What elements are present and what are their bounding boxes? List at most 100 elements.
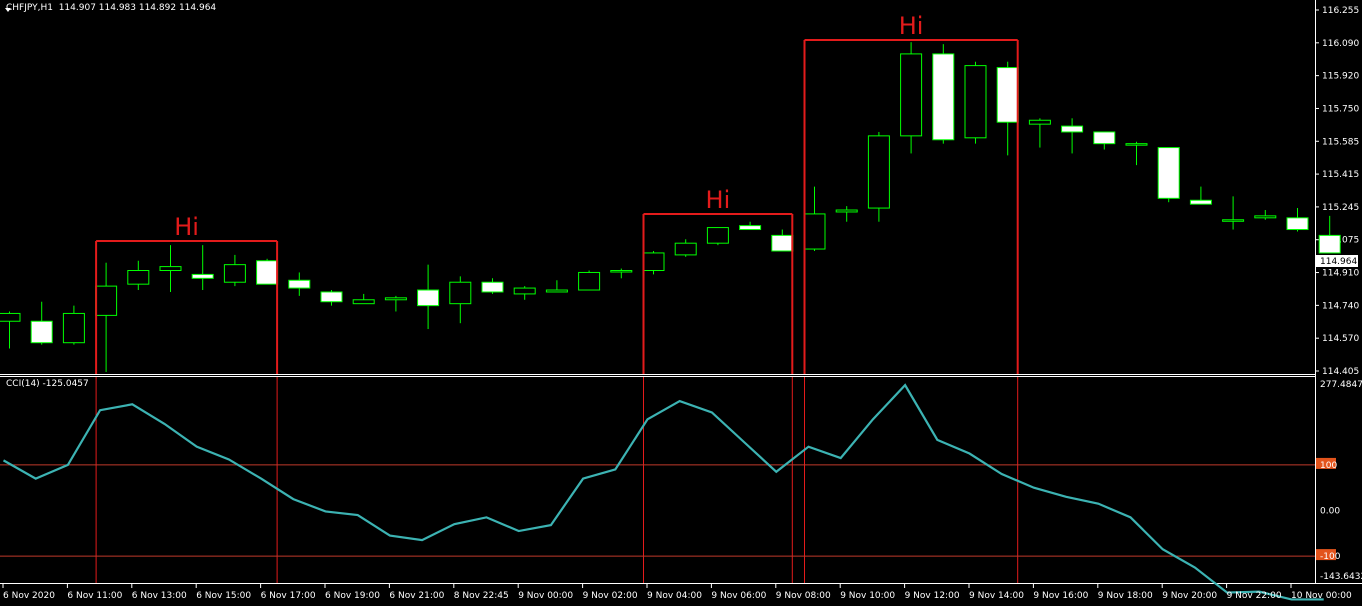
cci-axis-label: -100 xyxy=(1320,552,1341,562)
candle-body xyxy=(62,312,85,344)
candle xyxy=(545,280,568,293)
candlesticks xyxy=(0,42,1341,372)
candle xyxy=(1318,215,1341,254)
candle xyxy=(191,245,214,291)
time-tick-label: 10 Nov 00:00 xyxy=(1291,591,1352,601)
candle-body xyxy=(610,270,633,273)
cci-axis-label: 277.4847 xyxy=(1320,380,1362,390)
candle-body xyxy=(706,227,729,244)
candle-body xyxy=(771,234,794,252)
candle xyxy=(964,61,987,144)
price-chart[interactable]: 116.255 116.090 115.920 115.750 115.585 115.4… xyxy=(0,0,1362,606)
candle-body xyxy=(674,242,697,256)
candle-body xyxy=(0,312,21,322)
annotation-label: Hi xyxy=(706,186,731,214)
candle xyxy=(513,286,536,300)
candle xyxy=(320,290,343,306)
candle xyxy=(674,239,697,257)
time-tick-label: 9 Nov 20:00 xyxy=(1162,591,1217,601)
candle-body xyxy=(127,270,150,285)
time-tick-label: 6 Nov 2020 xyxy=(3,591,55,601)
candle-body xyxy=(481,281,504,293)
candle-body xyxy=(545,289,568,293)
candle xyxy=(867,131,890,222)
symbol-header: CHFJPY,H1 114.907 114.983 114.892 114.96… xyxy=(6,3,216,13)
candle-body xyxy=(996,67,1019,123)
hi-annotation: Hi xyxy=(95,213,279,374)
candle xyxy=(706,227,729,246)
cci-line xyxy=(2,383,1324,601)
candle xyxy=(771,229,794,252)
candle-body xyxy=(803,213,826,250)
time-tick-label: 9 Nov 02:00 xyxy=(583,591,638,601)
candle-body xyxy=(1061,125,1084,133)
candle-body xyxy=(159,266,182,272)
candle-body xyxy=(223,264,246,283)
candle-body xyxy=(867,135,890,209)
price-tick-label: 115.920 xyxy=(1322,72,1359,82)
cci-axis-label: -143.6432 xyxy=(1320,572,1362,582)
candle-body xyxy=(320,291,343,303)
cci-axis: 277.4847 100 0.00 -100 -143.6432 xyxy=(1316,380,1362,582)
candle-body xyxy=(1222,219,1245,222)
cci-axis-label: 0.00 xyxy=(1320,507,1340,517)
price-tick-label: 114.740 xyxy=(1322,301,1359,311)
price-axis: 116.255 116.090 115.920 115.750 115.585 115.4… xyxy=(1315,6,1359,377)
price-tick-label: 115.415 xyxy=(1322,170,1359,180)
time-tick-label: 9 Nov 00:00 xyxy=(518,591,573,601)
time-axis: 6 Nov 2020 6 Nov 11:00 6 Nov 13:00 6 Nov 15… xyxy=(2,584,1352,601)
candle-body xyxy=(449,281,472,305)
time-tick-label: 9 Nov 16:00 xyxy=(1033,591,1088,601)
candle-body xyxy=(256,260,279,285)
candle xyxy=(1222,196,1245,230)
candle xyxy=(900,42,923,154)
candle-body xyxy=(352,299,375,305)
candle xyxy=(481,278,504,294)
candle-body xyxy=(95,285,118,316)
candle-body xyxy=(1286,217,1309,231)
candle-body xyxy=(1157,147,1180,199)
time-tick-label: 9 Nov 08:00 xyxy=(776,591,831,601)
candle xyxy=(578,270,601,291)
candle-body xyxy=(1254,215,1277,219)
candle xyxy=(1093,131,1116,150)
candle-body xyxy=(578,271,601,291)
candle xyxy=(384,295,407,312)
time-tick-label: 9 Nov 14:00 xyxy=(969,591,1024,601)
candle xyxy=(1125,141,1148,166)
candle xyxy=(996,61,1019,156)
candle-body xyxy=(835,209,858,213)
candle xyxy=(95,262,118,372)
cci-levels xyxy=(0,464,1315,557)
candle-body xyxy=(288,279,311,289)
time-tick-label: 9 Nov 04:00 xyxy=(647,591,702,601)
candle xyxy=(835,206,858,222)
candle-body xyxy=(513,287,536,295)
candle-body xyxy=(900,53,923,137)
time-tick-label: 6 Nov 17:00 xyxy=(261,591,316,601)
price-tick-label: 114.910 xyxy=(1322,269,1359,279)
annotation-verticals xyxy=(95,377,1019,583)
price-tick-label: 116.255 xyxy=(1322,6,1359,16)
price-tick-label: 116.090 xyxy=(1322,39,1359,49)
annotation-label: Hi xyxy=(174,213,199,241)
candle xyxy=(803,186,826,251)
cci-axis-label: 100 xyxy=(1320,461,1337,471)
time-tick-label: 6 Nov 11:00 xyxy=(67,591,122,601)
price-tick-label: 114.570 xyxy=(1322,334,1359,344)
candle xyxy=(1028,118,1051,148)
candle xyxy=(352,293,375,305)
current-price-label: 114.964 xyxy=(1320,257,1357,267)
candle xyxy=(932,44,955,144)
candle-body xyxy=(384,297,407,301)
time-tick-label: 8 Nov 22:45 xyxy=(454,591,509,601)
candle xyxy=(1157,147,1180,203)
candle-body xyxy=(739,225,762,231)
candle xyxy=(739,221,762,231)
candle-body xyxy=(1189,199,1212,205)
time-tick-label: 6 Nov 19:00 xyxy=(325,591,380,601)
candle xyxy=(127,260,150,291)
candle xyxy=(642,250,665,275)
price-tick-label: 115.585 xyxy=(1322,137,1359,147)
candle xyxy=(62,305,85,345)
